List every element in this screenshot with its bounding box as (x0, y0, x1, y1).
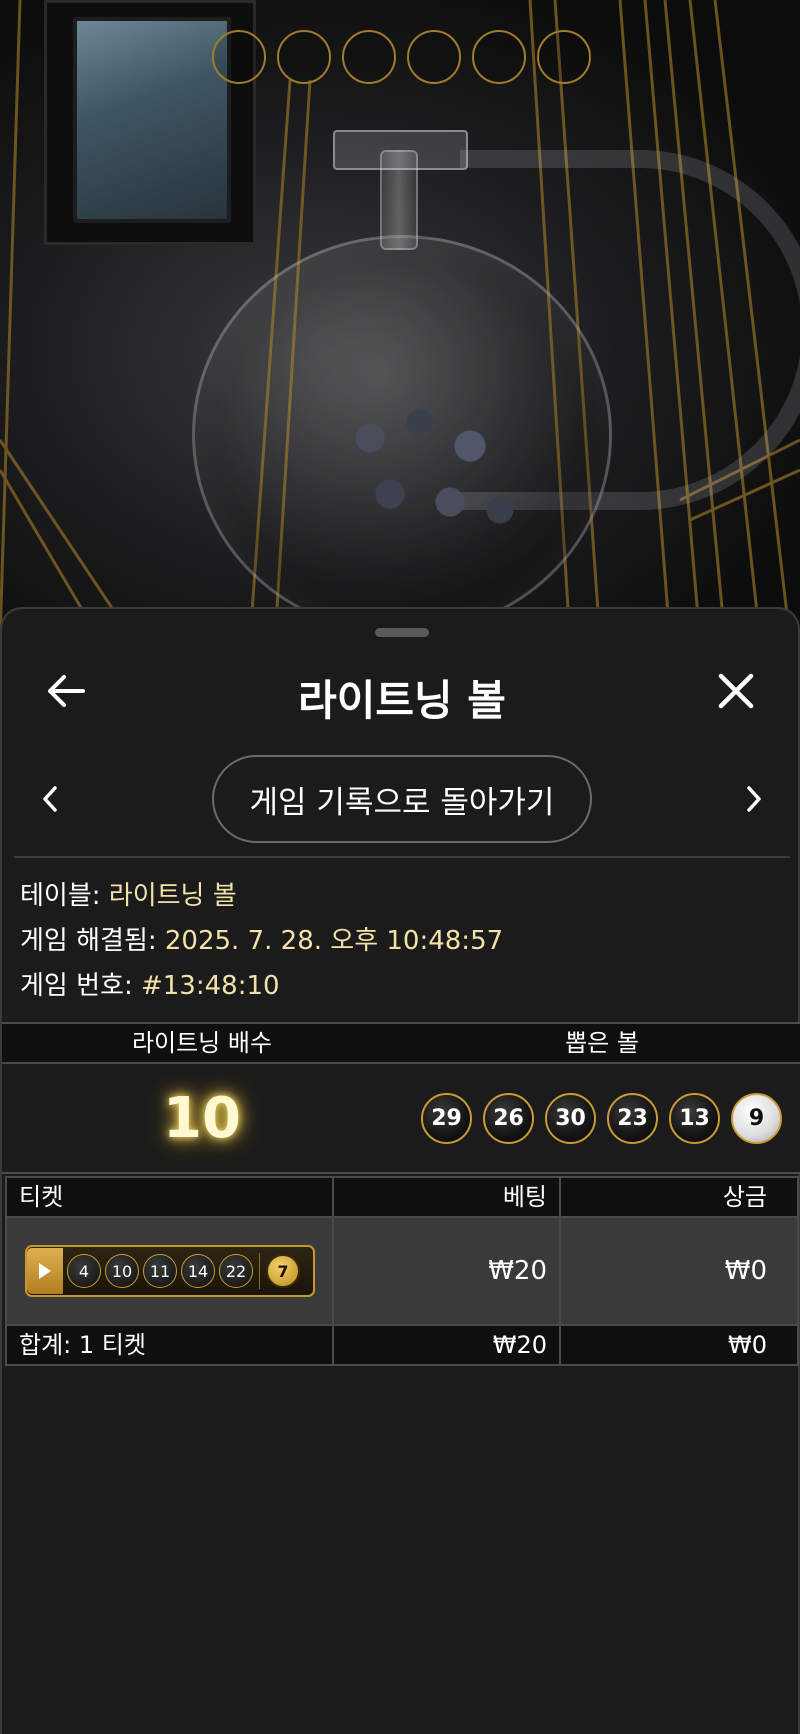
machine-cap (333, 130, 468, 170)
header-ticket: 티켓 (7, 1178, 334, 1216)
side-display-glass (73, 17, 231, 223)
lightning-multiplier: 10 (163, 1085, 241, 1151)
arrow-left-icon (48, 675, 85, 707)
multiplier-cell: 10 (2, 1064, 402, 1172)
total-bet: ₩20 (334, 1326, 561, 1364)
info-table-key: 테이블: (20, 881, 101, 911)
ball-slot (212, 30, 266, 84)
game-history-sheet: 라이트닝 볼 게임 기록으로 돌아가기 테이블: 라이트닝 볼 게임 해결됨: … (0, 607, 800, 1734)
back-button[interactable] (38, 663, 94, 719)
ticket-prize: ₩0 (724, 1256, 767, 1286)
sheet-title: 라이트닝 볼 (298, 676, 506, 725)
result-table-header: 라이트닝 배수 뽑은 볼 (2, 1022, 800, 1064)
total-row: 합계: 1 티켓 ₩20 ₩0 (5, 1324, 799, 1366)
ticket-table: 티켓 베팅 상금 4 10 11 14 22 7 ₩20 ₩0 합계: 1 티켓… (2, 1176, 800, 1366)
drawn-ball-slots (212, 30, 591, 84)
ball-slot (342, 30, 396, 84)
sheet-drag-handle[interactable] (375, 628, 429, 637)
info-game-number-key: 게임 번호: (20, 971, 133, 1001)
ticket-number: 4 (67, 1254, 101, 1288)
previous-game-button[interactable] (26, 775, 74, 823)
info-resolved-value: 2025. 7. 28. 오후 10:48:57 (164, 926, 504, 956)
live-video-feed (0, 0, 800, 640)
history-nav: 게임 기록으로 돌아가기 (2, 755, 800, 845)
total-label: 합계: 1 티켓 (7, 1326, 334, 1364)
info-table-value: 라이트닝 볼 (108, 881, 237, 911)
header-prize: 상금 (722, 1183, 767, 1211)
bonus-ball: 9 (731, 1092, 782, 1144)
info-game-number-value: #13:48:10 (140, 971, 280, 1001)
ticket-table-header: 티켓 베팅 상금 (5, 1176, 799, 1218)
drawn-ball: 26 (483, 1092, 534, 1144)
ball-slot (277, 30, 331, 84)
total-prize: ₩0 (728, 1331, 767, 1359)
ticket-row: 4 10 11 14 22 7 ₩20 ₩0 (5, 1218, 799, 1324)
result-table: 라이트닝 배수 뽑은 볼 10 29 26 30 23 13 9 (2, 1022, 800, 1174)
ticket-number: 10 (105, 1254, 139, 1288)
close-button[interactable] (708, 663, 764, 719)
header-multiplier: 라이트닝 배수 (131, 1029, 273, 1057)
drawn-ball: 30 (545, 1092, 596, 1144)
back-to-history-button[interactable]: 게임 기록으로 돌아가기 (212, 755, 592, 843)
header-bet: 베팅 (334, 1178, 561, 1216)
play-arrow-icon (27, 1248, 63, 1294)
ticket-cell: 4 10 11 14 22 7 (7, 1218, 334, 1324)
drawn-ball: 29 (421, 1092, 472, 1144)
ticket-number: 14 (181, 1254, 215, 1288)
ticket-bet: ₩20 (334, 1218, 561, 1324)
ticket-number: 22 (219, 1254, 253, 1288)
header-drawn-balls: 뽑은 볼 (565, 1029, 639, 1057)
ticket-number: 11 (143, 1254, 177, 1288)
close-icon (718, 673, 754, 709)
ball-slot (537, 30, 591, 84)
info-resolved-key: 게임 해결됨: (20, 926, 157, 956)
chevron-left-icon (43, 786, 57, 812)
ball-slot (407, 30, 461, 84)
next-game-button[interactable] (730, 775, 778, 823)
drawn-balls-cell: 29 26 30 23 13 9 (402, 1064, 800, 1172)
sheet-header: 라이트닝 볼 (2, 645, 800, 735)
result-table-body: 10 29 26 30 23 13 9 (2, 1064, 800, 1174)
ball-slot (472, 30, 526, 84)
drawn-ball: 23 (607, 1092, 658, 1144)
game-info: 테이블: 라이트닝 볼 게임 해결됨: 2025. 7. 28. 오후 10:4… (20, 874, 503, 1009)
drawn-ball: 13 (669, 1092, 720, 1144)
info-resolved-row: 게임 해결됨: 2025. 7. 28. 오후 10:48:57 (20, 919, 503, 964)
ticket-chip: 4 10 11 14 22 7 (25, 1245, 315, 1297)
chevron-right-icon (747, 786, 761, 812)
chip-separator (259, 1253, 260, 1289)
info-game-number-row: 게임 번호: #13:48:10 (20, 964, 503, 1009)
ticket-bonus-number: 7 (266, 1254, 300, 1288)
mixing-balls (330, 390, 530, 550)
info-table-row: 테이블: 라이트닝 볼 (20, 874, 503, 919)
divider (14, 856, 790, 858)
